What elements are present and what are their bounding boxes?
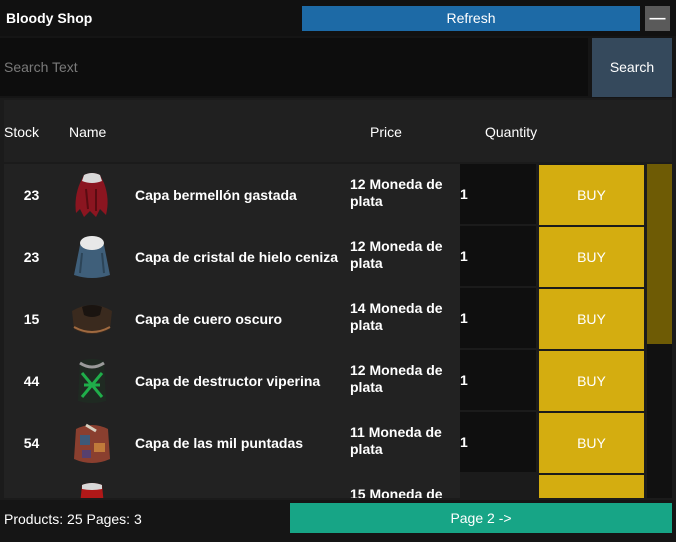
table-row: 15 Capa de cuero oscuro 14 Moneda de pla… [4, 288, 672, 350]
item-price: 12 Moneda de plata [350, 362, 443, 395]
item-name: Capa bermellón gastada [135, 187, 297, 203]
quantity-field[interactable]: 1 [460, 164, 536, 224]
header-stock: Stock [4, 124, 40, 140]
cloak-red-icon [75, 173, 108, 217]
quantity-field[interactable]: 1 [460, 350, 536, 410]
quantity-field[interactable]: 1 [460, 226, 536, 286]
buy-button[interactable]: BUY [539, 413, 644, 473]
search-bar: Search [0, 36, 676, 98]
refresh-button[interactable]: Refresh [302, 6, 640, 31]
search-button[interactable]: Search [592, 38, 672, 97]
scrollbar-thumb[interactable] [647, 164, 672, 344]
cloak-ice-icon [74, 236, 110, 278]
cloak-viper-icon [78, 359, 106, 403]
stock-cell: 54 [23, 435, 40, 451]
item-name: Capa de las mil puntadas [135, 435, 304, 451]
table-row: 23 Capa de cristal de hielo ceniza 12 Mo… [4, 226, 672, 288]
table-row: 44 Capa de destructor viperina 12 Moneda… [4, 350, 672, 412]
table-header: Stock Name Price Quantity [4, 100, 672, 162]
search-input[interactable] [0, 38, 588, 96]
item-price: 12 Moneda de plata [350, 238, 443, 271]
item-price: 12 Moneda de plata [350, 176, 443, 209]
table-row: 23 Capa bermellón gastada 12 Moneda de p… [4, 164, 672, 226]
header-name: Name [69, 124, 107, 140]
header-price: Price [370, 124, 402, 140]
table-row: 15 Moneda de plata [4, 474, 672, 498]
stock-cell: 23 [23, 187, 40, 203]
buy-button[interactable]: BUY [539, 289, 644, 349]
cloak-red-partial-icon [80, 483, 104, 498]
quantity-field[interactable]: 1 [460, 412, 536, 472]
buy-button[interactable]: BUY [539, 351, 644, 411]
item-price: 14 Moneda de plata [350, 300, 443, 333]
window-title: Bloody Shop [6, 10, 93, 26]
item-name: Capa de destructor viperina [135, 373, 321, 389]
shop-window: Bloody Shop Refresh — Search Stock Name … [0, 0, 676, 542]
buy-button[interactable] [539, 475, 644, 498]
item-name: Capa de cuero oscuro [135, 311, 283, 327]
quantity-field[interactable]: 1 [460, 288, 536, 348]
minimize-button[interactable]: — [645, 6, 670, 31]
cloak-leather-icon [72, 305, 112, 334]
item-price: 11 Moneda de plata [350, 424, 442, 457]
products-pages-summary: Products: 25 Pages: 3 [4, 511, 142, 527]
product-list[interactable]: 23 Capa bermellón gastada 12 Moneda de p… [4, 164, 672, 498]
title-bar: Bloody Shop Refresh — [0, 0, 676, 36]
buy-button[interactable]: BUY [539, 165, 644, 225]
footer: Products: 25 Pages: 3 Page 2 -> [0, 500, 676, 542]
stock-cell: 15 [23, 311, 40, 327]
stock-cell: 23 [23, 249, 40, 265]
cloak-patchwork-icon [74, 423, 110, 463]
item-name: Capa de cristal de hielo ceniza [135, 249, 339, 265]
next-page-button[interactable]: Page 2 -> [290, 503, 672, 533]
table-row: 54 Capa de las mil puntadas 11 Moneda de… [4, 412, 672, 474]
stock-cell: 44 [23, 373, 40, 389]
buy-button[interactable]: BUY [539, 227, 644, 287]
item-price: 15 Moneda de plata [350, 486, 443, 498]
header-quantity: Quantity [485, 124, 538, 140]
